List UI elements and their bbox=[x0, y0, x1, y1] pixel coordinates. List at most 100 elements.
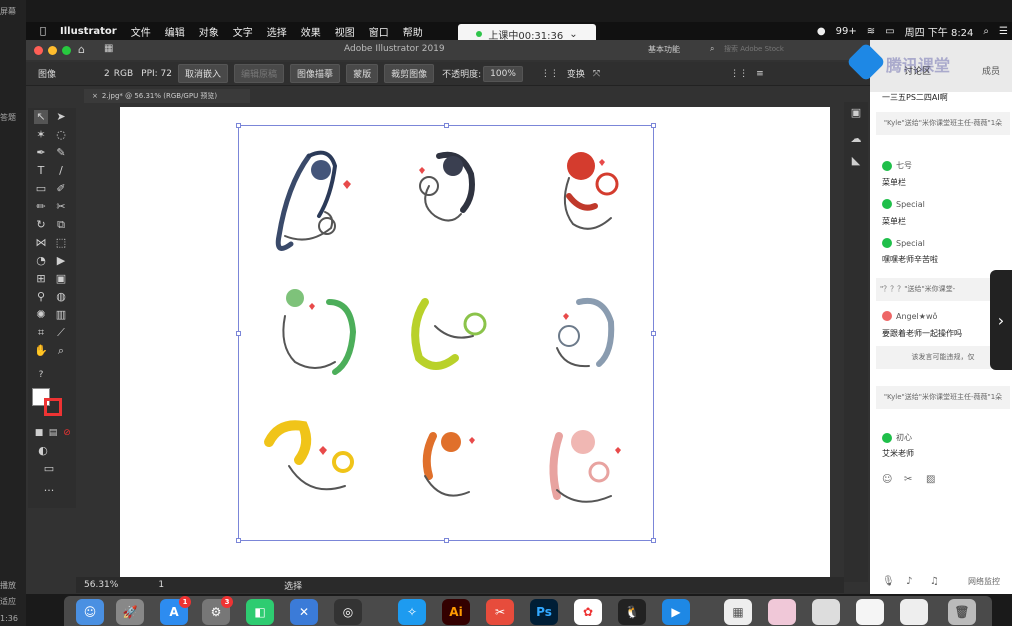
app-store-icon[interactable]: A1 bbox=[160, 596, 191, 625]
shape-builder-tool-icon[interactable]: ◔ bbox=[34, 254, 48, 268]
menu-effect[interactable]: 效果 bbox=[301, 24, 321, 39]
mask-button[interactable]: 蒙版 bbox=[346, 64, 379, 83]
safari-icon[interactable]: ✧ bbox=[398, 599, 426, 625]
menu-object[interactable]: 对象 bbox=[199, 24, 219, 39]
tencent-classroom-dock-icon[interactable]: ▶ bbox=[662, 599, 690, 625]
illustrator-dock-icon[interactable]: Ai bbox=[442, 599, 470, 625]
green-app-icon[interactable]: ◧ bbox=[246, 599, 274, 625]
fill-stroke-icon[interactable] bbox=[32, 388, 66, 416]
launchpad-icon[interactable]: 🚀 bbox=[116, 599, 144, 625]
magic-wand-tool-icon[interactable]: ✶ bbox=[34, 128, 48, 142]
close-tab-icon[interactable]: × bbox=[92, 92, 98, 100]
menu-file[interactable]: 文件 bbox=[131, 24, 151, 39]
curvature-tool-icon[interactable]: ✎ bbox=[54, 146, 68, 160]
tool-app-icon[interactable]: ✂ bbox=[486, 599, 514, 625]
stock-search-input[interactable]: 搜索 Adobe Stock bbox=[724, 44, 784, 54]
line-tool-icon[interactable]: / bbox=[54, 164, 68, 178]
qq-icon[interactable]: 🐧 bbox=[618, 599, 646, 625]
arrange-docs-icon[interactable]: ▦ bbox=[104, 43, 113, 54]
speaker-icon[interactable]: ♪ bbox=[906, 576, 912, 587]
close-window-icon[interactable] bbox=[34, 46, 43, 55]
resize-handle-ne[interactable] bbox=[651, 123, 656, 128]
document-thumb-icon[interactable] bbox=[856, 599, 884, 625]
resize-handle-w[interactable] bbox=[236, 331, 241, 336]
document-thumb-icon[interactable] bbox=[812, 599, 840, 625]
menu-window[interactable]: 窗口 bbox=[369, 24, 389, 39]
tab-discussion[interactable]: 讨论区 bbox=[904, 64, 931, 77]
battery-icon[interactable]: ▭ bbox=[885, 26, 894, 37]
outer-label-fit[interactable]: 适应 bbox=[0, 596, 16, 607]
paintbrush-tool-icon[interactable]: ✐ bbox=[54, 182, 68, 196]
rotate-tool-icon[interactable]: ↻ bbox=[34, 218, 48, 232]
microphone-icon[interactable]: 🎙 bbox=[882, 576, 895, 587]
symbol-sprayer-tool-icon[interactable]: ✺ bbox=[34, 308, 48, 322]
outer-label-play[interactable]: 播放 bbox=[0, 580, 16, 591]
menu-select[interactable]: 选择 bbox=[267, 24, 287, 39]
crop-image-button[interactable]: 裁剪图像 bbox=[384, 64, 435, 83]
finder-icon[interactable]: ☺ bbox=[76, 599, 104, 625]
outer-label-quiz[interactable]: 答题 bbox=[0, 112, 16, 123]
resize-handle-se[interactable] bbox=[651, 538, 656, 543]
qq-status-icon[interactable]: ● bbox=[817, 26, 826, 37]
menu-help[interactable]: 帮助 bbox=[403, 24, 423, 39]
wifi-icon[interactable]: ≋ bbox=[867, 26, 875, 37]
menu-type[interactable]: 文字 bbox=[233, 24, 253, 39]
type-tool-icon[interactable]: T bbox=[34, 164, 48, 178]
artboard-tool-icon[interactable]: ⌗ bbox=[34, 326, 48, 340]
blend-tool-icon[interactable]: ◍ bbox=[54, 290, 68, 304]
graph-tool-icon[interactable]: ▥ bbox=[54, 308, 68, 322]
more-options-icon[interactable]: ≡ bbox=[756, 69, 764, 79]
resize-handle-sw[interactable] bbox=[236, 538, 241, 543]
width-tool-icon[interactable]: ⋈ bbox=[34, 236, 48, 250]
tab-members[interactable]: 成员 bbox=[982, 64, 1000, 77]
pencil-tool-icon[interactable]: ✏ bbox=[34, 200, 48, 214]
menu-edit[interactable]: 编辑 bbox=[165, 24, 185, 39]
gradient-mode-icon[interactable]: ▤ bbox=[46, 426, 60, 440]
trash-icon[interactable]: 🗑 bbox=[948, 599, 976, 625]
direct-selection-tool-icon[interactable]: ➤ bbox=[54, 110, 68, 124]
photos-icon[interactable]: ✿ bbox=[574, 599, 602, 625]
help-icon[interactable]: ? bbox=[34, 368, 48, 382]
workspace-switcher[interactable]: 基本功能 bbox=[648, 44, 680, 55]
artboard-number[interactable]: 1 bbox=[158, 580, 164, 590]
xmind-icon[interactable]: ✕ bbox=[290, 599, 318, 625]
slice-tool-icon[interactable]: ⟋ bbox=[54, 326, 68, 340]
rectangle-tool-icon[interactable]: ▭ bbox=[34, 182, 48, 196]
image-trace-button[interactable]: 图像描摹 bbox=[290, 64, 341, 83]
panel-menu-icon[interactable]: ⋮⋮ bbox=[730, 69, 748, 79]
color-mode-icon[interactable]: ■ bbox=[32, 426, 46, 440]
menu-app-name[interactable]: Illustrator bbox=[60, 26, 117, 37]
placed-image-selection[interactable] bbox=[236, 123, 656, 543]
music-icon[interactable]: ♫ bbox=[930, 576, 939, 587]
artboard[interactable] bbox=[120, 107, 830, 577]
browser-icon[interactable]: ◎ bbox=[334, 599, 362, 625]
spotlight-icon[interactable]: ⌕ bbox=[983, 26, 989, 37]
zoom-level[interactable]: 56.31% bbox=[84, 580, 118, 590]
layers-panel-icon[interactable]: ◣ bbox=[849, 154, 863, 168]
opacity-field[interactable]: 100% bbox=[483, 65, 523, 82]
transform-icon[interactable]: ⤧ bbox=[593, 69, 600, 79]
none-mode-icon[interactable]: ⊘ bbox=[60, 426, 74, 440]
mesh-tool-icon[interactable]: ⊞ bbox=[34, 272, 48, 286]
emoji-icon[interactable]: ☺ bbox=[882, 474, 892, 485]
document-thumb-icon[interactable] bbox=[768, 599, 796, 625]
resize-handle-e[interactable] bbox=[651, 331, 656, 336]
current-tool-readout[interactable]: 选择 bbox=[284, 579, 302, 592]
edit-toolbar-icon[interactable]: ··· bbox=[42, 484, 56, 498]
network-monitor-link[interactable]: 网络监控 bbox=[968, 576, 1000, 587]
screenshot-icon[interactable]: ✂ bbox=[904, 474, 912, 485]
scissors-tool-icon[interactable]: ✂ bbox=[54, 200, 68, 214]
control-menu-icon[interactable]: ☰ bbox=[999, 26, 1008, 37]
home-icon[interactable]: ⌂ bbox=[78, 43, 85, 56]
outer-label-screen[interactable]: 屏幕 bbox=[0, 6, 16, 17]
apple-icon[interactable]:  bbox=[40, 26, 46, 37]
live-paint-tool-icon[interactable]: ▶ bbox=[54, 254, 68, 268]
properties-panel-icon[interactable]: ▣ bbox=[849, 106, 863, 120]
selection-tool-icon[interactable]: ↖ bbox=[34, 110, 48, 124]
minimize-window-icon[interactable] bbox=[48, 46, 57, 55]
scale-tool-icon[interactable]: ⧉ bbox=[54, 218, 68, 232]
edit-original-button[interactable]: 编辑原稿 bbox=[234, 64, 285, 83]
menu-view[interactable]: 视图 bbox=[335, 24, 355, 39]
pen-tool-icon[interactable]: ✒ bbox=[34, 146, 48, 160]
document-tab[interactable]: × 2.jpg* @ 56.31% (RGB/GPU 预览) bbox=[84, 89, 250, 103]
